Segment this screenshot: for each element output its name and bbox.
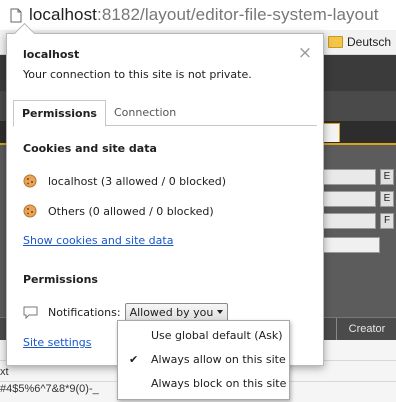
- folder-icon: [328, 36, 343, 48]
- column-header-creator[interactable]: Creator: [336, 318, 396, 340]
- cookie-row-localhost: localhost (3 allowed / 0 blocked): [23, 172, 226, 190]
- app-field-3[interactable]: [322, 213, 376, 229]
- cookie-icon: [23, 204, 37, 218]
- popup-subtitle: Your connection to this site is not priv…: [23, 68, 252, 81]
- menu-item-always-allow[interactable]: ✔ Always allow on this site: [118, 348, 289, 371]
- popup-tabs: Permissions Connection: [7, 100, 323, 127]
- app-field-1[interactable]: [322, 169, 376, 185]
- cookie-row-label: Others (0 allowed / 0 blocked): [48, 204, 214, 218]
- menu-item-label: Always block on this site: [151, 377, 287, 390]
- app-button-2[interactable]: E: [380, 191, 394, 207]
- tab-permissions[interactable]: Permissions: [13, 100, 106, 127]
- notifications-label: Notifications:: [48, 305, 121, 319]
- url-host: localhost: [29, 5, 97, 24]
- notifications-row: Notifications: Allowed by you: [23, 302, 229, 322]
- permissions-section-title: Permissions: [23, 273, 98, 286]
- url-text[interactable]: localhost:8182/layout/editor-file-system…: [29, 5, 379, 25]
- notifications-select[interactable]: Allowed by you: [124, 302, 229, 322]
- notifications-dropdown-menu: Use global default (Ask) ✔ Always allow …: [117, 320, 290, 400]
- cookies-section-title: Cookies and site data: [23, 142, 157, 155]
- page-icon[interactable]: [10, 8, 22, 23]
- menu-item-label: Use global default (Ask): [151, 329, 283, 342]
- app-field-2[interactable]: [322, 191, 376, 207]
- close-icon[interactable]: ×: [297, 45, 313, 62]
- address-bar[interactable]: localhost:8182/layout/editor-file-system…: [0, 0, 396, 31]
- notifications-select-value: Allowed by you: [129, 305, 214, 319]
- cookie-icon: [23, 174, 37, 188]
- app-button-3-label: F: [383, 215, 391, 226]
- url-path: :8182/layout/editor-file-system-layout: [97, 5, 379, 24]
- notification-bubble-icon: [23, 306, 38, 319]
- tab-connection[interactable]: Connection: [106, 100, 184, 125]
- chevron-down-icon: [217, 310, 224, 314]
- checkmark-icon: ✔: [129, 353, 139, 366]
- menu-item-always-block[interactable]: Always block on this site: [118, 372, 289, 395]
- site-info-popup: localhost Your connection to this site i…: [6, 22, 324, 366]
- site-settings-link[interactable]: Site settings: [23, 336, 91, 349]
- app-button-3[interactable]: F: [380, 213, 394, 229]
- show-cookies-link[interactable]: Show cookies and site data: [23, 234, 173, 247]
- bookmark-folder-label: Deutsch: [347, 35, 392, 49]
- app-button-1-label: E: [383, 171, 391, 182]
- cookie-row-others: Others (0 allowed / 0 blocked): [23, 202, 214, 220]
- popup-title: localhost: [23, 48, 80, 61]
- table-cell-text: #4$5%6^7&8*9(0)-_: [0, 383, 99, 395]
- table-cell-text: xt: [0, 366, 9, 378]
- app-button-1[interactable]: E: [380, 169, 394, 185]
- menu-item-label: Always allow on this site: [151, 353, 286, 366]
- app-select[interactable]: [322, 237, 380, 253]
- menu-item-use-global-default[interactable]: Use global default (Ask): [118, 324, 289, 347]
- cookie-row-label: localhost (3 allowed / 0 blocked): [48, 174, 227, 188]
- bookmark-folder-deutsch[interactable]: Deutsch: [328, 34, 391, 50]
- app-button-2-label: E: [383, 193, 391, 204]
